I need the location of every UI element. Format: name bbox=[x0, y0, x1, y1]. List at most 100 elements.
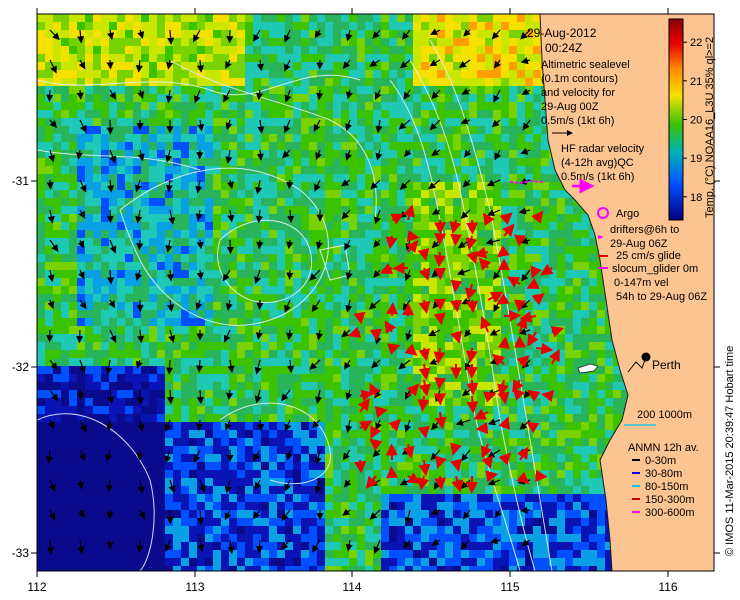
sst-cell bbox=[229, 166, 237, 174]
sst-cell bbox=[397, 22, 405, 30]
sst-cell bbox=[477, 374, 485, 382]
sst-cell bbox=[293, 214, 301, 222]
sst-cell bbox=[373, 246, 381, 254]
sst-cell bbox=[245, 198, 253, 206]
sst-cell bbox=[285, 190, 293, 198]
sst-cell bbox=[565, 382, 573, 390]
sst-cell bbox=[565, 414, 573, 422]
sst-cell bbox=[557, 374, 565, 382]
sst-cell bbox=[237, 438, 245, 446]
sst-cell bbox=[293, 198, 301, 206]
sst-cell bbox=[461, 254, 469, 262]
sst-cell bbox=[485, 78, 493, 86]
sst-cell bbox=[133, 350, 141, 358]
sst-cell bbox=[61, 22, 69, 30]
sst-cell bbox=[509, 62, 517, 70]
sst-cell bbox=[349, 102, 357, 110]
sst-cell bbox=[213, 134, 221, 142]
sst-cell bbox=[253, 102, 261, 110]
sst-cell bbox=[453, 14, 461, 22]
sst-cell bbox=[189, 350, 197, 358]
sst-cell bbox=[509, 414, 517, 422]
sst-cell bbox=[213, 102, 221, 110]
sst-cell bbox=[69, 166, 77, 174]
sst-cell bbox=[477, 366, 485, 374]
sst-cell bbox=[221, 366, 229, 374]
sst-cell bbox=[149, 262, 157, 270]
sst-cell bbox=[213, 46, 221, 54]
sst-cell bbox=[557, 406, 565, 414]
sst-cell bbox=[301, 334, 309, 342]
sst-cell bbox=[141, 46, 149, 54]
sst-cell bbox=[533, 286, 541, 294]
sst-cell bbox=[581, 382, 589, 390]
sst-cell bbox=[421, 38, 429, 46]
sst-cell bbox=[181, 14, 189, 22]
sst-cell bbox=[493, 38, 501, 46]
sst-cell bbox=[157, 190, 165, 198]
sst-cell bbox=[429, 150, 437, 158]
sst-cell bbox=[85, 358, 93, 366]
sst-cell bbox=[157, 206, 165, 214]
sst-cell bbox=[205, 454, 213, 462]
sst-cell bbox=[333, 270, 341, 278]
sst-cell bbox=[189, 334, 197, 342]
sst-cell bbox=[445, 22, 453, 30]
sst-cell bbox=[253, 22, 261, 30]
sst-cell bbox=[269, 54, 277, 62]
sst-cell bbox=[525, 438, 533, 446]
sst-cell bbox=[157, 102, 165, 110]
sst-cell bbox=[445, 438, 453, 446]
sst-cell bbox=[533, 222, 541, 230]
sst-cell bbox=[349, 86, 357, 94]
sst-cell bbox=[229, 438, 237, 446]
sst-cell bbox=[349, 134, 357, 142]
sst-cell bbox=[429, 478, 437, 486]
sst-cell bbox=[197, 150, 205, 158]
sst-cell bbox=[125, 302, 133, 310]
sst-cell bbox=[181, 374, 189, 382]
sst-cell bbox=[205, 126, 213, 134]
sst-cell bbox=[269, 30, 277, 38]
sst-cell bbox=[277, 350, 285, 358]
sst-cell bbox=[549, 238, 557, 246]
sst-cell bbox=[309, 358, 317, 366]
sst-cell bbox=[165, 310, 173, 318]
sst-cell bbox=[453, 134, 461, 142]
sst-cell bbox=[277, 278, 285, 286]
sst-cell bbox=[381, 414, 389, 422]
sst-cell bbox=[453, 438, 461, 446]
sst-cell bbox=[189, 374, 197, 382]
sst-cell bbox=[365, 310, 373, 318]
sst-cell bbox=[509, 342, 517, 350]
sst-cell bbox=[357, 14, 365, 22]
sst-cell bbox=[61, 190, 69, 198]
sst-cell bbox=[45, 326, 53, 334]
sst-cell bbox=[525, 102, 533, 110]
sst-cell bbox=[517, 38, 525, 46]
sst-cell bbox=[485, 102, 493, 110]
sst-cell bbox=[173, 438, 181, 446]
sst-cell bbox=[269, 470, 277, 478]
sst-cell bbox=[61, 110, 69, 118]
sst-cell bbox=[77, 254, 85, 262]
sst-cell bbox=[573, 278, 581, 286]
sst-cell bbox=[285, 254, 293, 262]
sst-cell bbox=[597, 334, 605, 342]
sst-cell bbox=[301, 326, 309, 334]
sst-cell bbox=[245, 150, 253, 158]
sst-cell bbox=[573, 334, 581, 342]
sst-cell bbox=[469, 430, 477, 438]
sst-cell bbox=[565, 358, 573, 366]
sst-cell bbox=[413, 318, 421, 326]
sst-cell bbox=[589, 406, 597, 414]
sst-cell bbox=[573, 302, 581, 310]
sst-cell bbox=[501, 22, 509, 30]
sst-cell bbox=[365, 334, 373, 342]
sst-cell bbox=[501, 54, 509, 62]
sst-cell bbox=[221, 246, 229, 254]
sst-cell bbox=[301, 454, 309, 462]
sst-cell bbox=[141, 22, 149, 30]
sst-cell bbox=[157, 342, 165, 350]
sst-cell bbox=[365, 254, 373, 262]
